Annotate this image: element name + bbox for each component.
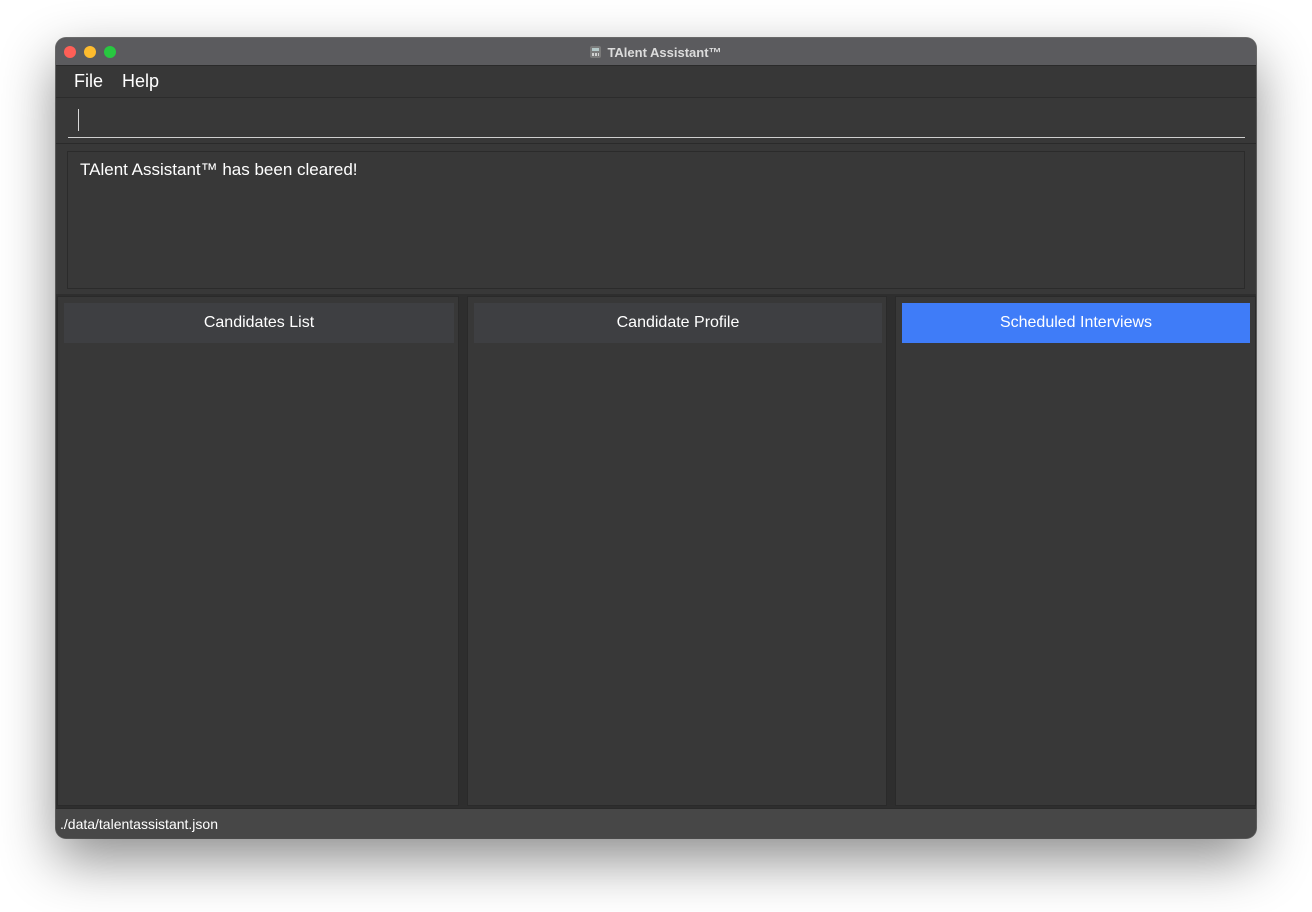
menu-help[interactable]: Help (122, 71, 159, 92)
window-title-group: TAlent Assistant™ (56, 38, 1256, 66)
result-display[interactable]: TAlent Assistant™ has been cleared! (67, 151, 1245, 289)
command-input[interactable] (68, 106, 1245, 138)
candidates-list-panel[interactable]: Candidates List (57, 296, 459, 806)
tab-scheduled-interviews[interactable]: Scheduled Interviews (902, 303, 1250, 343)
status-bar: ./data/talentassistant.json (56, 808, 1256, 838)
candidate-profile-panel[interactable]: Candidate Profile (467, 296, 887, 806)
menu-file[interactable]: File (74, 71, 103, 92)
calculator-icon (590, 46, 602, 58)
scheduled-interviews-panel[interactable]: Scheduled Interviews (895, 296, 1256, 806)
panels-area: Candidates List Candidate Profile Schedu… (56, 294, 1256, 808)
window-title: TAlent Assistant™ (607, 44, 722, 60)
tab-candidate-profile[interactable]: Candidate Profile (474, 303, 882, 343)
save-location: ./data/talentassistant.json (60, 816, 218, 832)
menu-bar: File Help (56, 66, 1256, 98)
title-bar: TAlent Assistant™ (56, 38, 1256, 66)
text-caret (78, 109, 79, 131)
result-message: TAlent Assistant™ has been cleared! (80, 160, 358, 179)
app-window: TAlent Assistant™ File Help TAlent Assis… (56, 38, 1256, 838)
command-box-area (56, 98, 1256, 144)
tab-candidates-list[interactable]: Candidates List (64, 303, 454, 343)
